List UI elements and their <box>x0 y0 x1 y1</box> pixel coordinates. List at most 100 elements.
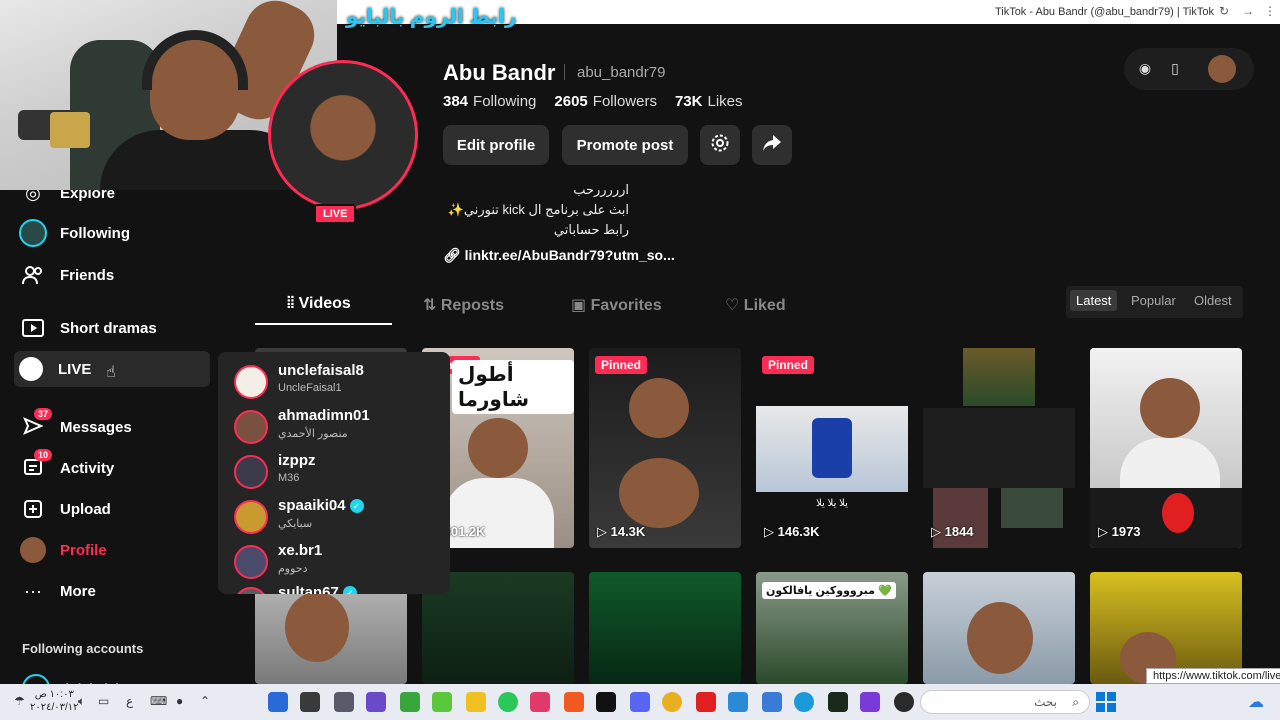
friends-icon <box>16 260 50 290</box>
account-avatar[interactable] <box>1208 55 1236 83</box>
taskbar-clock[interactable]: ١٠:٠٣ ص ٢٠٢٤/٠٣/١٢ <box>30 688 79 714</box>
link-icon: 🔗︎ <box>443 247 461 263</box>
view-count-text: 146.3K <box>777 524 820 539</box>
edit-profile-button[interactable]: Edit profile <box>443 125 549 165</box>
app-icon[interactable] <box>334 692 354 712</box>
menu-icon[interactable]: ⋮ <box>1262 4 1278 20</box>
microphone-icon[interactable]: ● <box>176 694 183 708</box>
link-status-url: https://www.tiktok.com/live <box>1146 668 1280 684</box>
compass-icon[interactable]: ◉ <box>1136 60 1154 78</box>
reload-icon[interactable]: ↻ <box>1216 4 1232 20</box>
windows-start-icon[interactable] <box>1096 692 1116 712</box>
video-tile[interactable]: ▷ 1844 <box>923 348 1075 548</box>
folder-icon[interactable] <box>466 692 486 712</box>
live-account-item[interactable]: unclefaisal8 UncleFaisal1 <box>234 362 444 402</box>
nvidia-icon[interactable] <box>400 692 420 712</box>
teams-icon[interactable] <box>366 692 386 712</box>
share-button[interactable] <box>752 125 792 165</box>
settings-gear-icon[interactable] <box>894 692 914 712</box>
sidebar-item-following[interactable]: Following <box>16 215 206 251</box>
whatsapp-icon[interactable] <box>498 692 518 712</box>
profile-avatar[interactable] <box>268 60 418 210</box>
volume-icon[interactable]: 🔈︎ <box>78 694 85 709</box>
video-thumbnail-face <box>468 418 528 478</box>
settings-button[interactable] <box>700 125 740 165</box>
video-thumbnail-image <box>923 408 1075 488</box>
video-tile[interactable]: مبروووكين يافالكون 💚 <box>756 572 908 684</box>
liked-icon: ♡ <box>725 297 740 314</box>
followers-label: Followers <box>592 93 657 110</box>
chevron-up-icon[interactable]: ⌃ <box>200 694 210 708</box>
brave-icon[interactable] <box>564 692 584 712</box>
sidebar-item-label: Activity <box>60 459 115 477</box>
video-tile[interactable]: ▷ 1973 <box>1090 348 1242 548</box>
weather-icon[interactable]: ☂︎ <box>14 694 25 708</box>
mouse-cursor-icon: ☝︎ <box>106 364 116 381</box>
sidebar-item-friends[interactable]: Friends <box>16 257 206 293</box>
video-tile[interactable]: Pinned يلا يلا يلا ▷ 146.3K <box>756 348 908 548</box>
upload-icon <box>16 494 50 524</box>
language-indicator[interactable]: ع <box>126 694 133 708</box>
live-account-subtitle: منصور الأحمدي <box>278 428 348 440</box>
keyboard-icon[interactable]: ⌨︎ <box>150 694 167 708</box>
tab-favorites[interactable]: ▣ Favorites <box>571 295 662 315</box>
live-account-item[interactable]: spaaiki04 ✓ سبايكي <box>234 497 444 537</box>
live-account-item[interactable]: ahmadimn01 منصور الأحمدي <box>234 407 444 447</box>
app-icon[interactable] <box>432 692 452 712</box>
edge-icon[interactable] <box>794 692 814 712</box>
video-tile[interactable] <box>589 572 741 684</box>
profile-display-name: Abu Bandr <box>443 60 556 85</box>
onedrive-icon[interactable]: ☁︎ <box>1248 692 1264 712</box>
bio-link[interactable]: 🔗︎ linktr.ee/AbuBandr79?utm_so... <box>443 247 675 264</box>
sort-latest[interactable]: Latest <box>1070 290 1118 311</box>
forward-icon[interactable]: → <box>1240 4 1256 20</box>
network-icon[interactable]: ▭ <box>98 694 109 708</box>
messages-badge: 37 <box>33 408 52 420</box>
app-icon[interactable] <box>530 692 550 712</box>
sidebar-item-messages[interactable]: 37 Messages <box>16 408 206 445</box>
sidebar-item-label: Messages <box>60 418 132 436</box>
sidebar-item-short-dramas[interactable]: Short dramas <box>16 310 206 346</box>
video-tile[interactable]: Pinned ▷ 14.3K <box>589 348 741 548</box>
youtube-icon[interactable] <box>696 692 716 712</box>
app-icon[interactable] <box>828 692 848 712</box>
followers-stat[interactable]: 2605 Followers <box>554 93 657 110</box>
tab-liked[interactable]: ♡ Liked <box>725 295 786 315</box>
video-tile[interactable] <box>923 572 1075 684</box>
sidebar-item-activity[interactable]: 10 Activity <box>16 449 206 486</box>
tiktok-icon[interactable] <box>596 692 616 712</box>
tab-reposts[interactable]: ⇅ Reposts <box>423 295 504 315</box>
live-accounts-popup: unclefaisal8 UncleFaisal1 ahmadimn01 منص… <box>218 352 450 594</box>
bio-line: رابط حساباتي <box>553 222 629 237</box>
sidebar-item-more[interactable]: ··· More <box>16 573 206 609</box>
sidebar-item-label: Short dramas <box>60 319 157 337</box>
following-stat[interactable]: 384 Following <box>443 93 536 110</box>
sort-oldest[interactable]: Oldest <box>1194 293 1232 308</box>
video-thumbnail-inset <box>1001 488 1063 528</box>
mail-icon[interactable] <box>762 692 782 712</box>
app-icon[interactable] <box>728 692 748 712</box>
view-count: ▷ 1844 <box>931 524 974 539</box>
followers-count: 2605 <box>554 93 588 110</box>
game-controller-icon[interactable] <box>860 692 880 712</box>
likes-label: Likes <box>707 93 743 110</box>
sort-popular[interactable]: Popular <box>1131 293 1176 308</box>
video-thumbnail-face <box>1140 378 1200 438</box>
discord-icon[interactable] <box>630 692 650 712</box>
taskbar-search-input[interactable]: بحث ⌕ <box>920 690 1090 714</box>
pinned-badge: Pinned <box>595 356 648 374</box>
app-icon[interactable] <box>300 692 320 712</box>
live-account-item[interactable]: izppz M36 <box>234 452 444 492</box>
profile-avatar-icon <box>16 535 50 565</box>
sidebar-item-upload[interactable]: Upload <box>16 491 206 527</box>
shield-app-icon[interactable] <box>268 692 288 712</box>
sidebar-item-profile[interactable]: Profile <box>16 532 206 568</box>
verified-icon: ✓ <box>342 586 357 594</box>
live-account-item[interactable]: sultan67 ✓ <box>234 584 444 594</box>
tab-videos[interactable]: ⦙⦙ Videos <box>287 295 351 313</box>
promote-post-button[interactable]: Promote post <box>562 125 688 165</box>
avatar <box>234 545 268 579</box>
chrome-icon[interactable] <box>662 692 682 712</box>
live-account-item[interactable]: xe.br1 دحووم <box>234 542 444 582</box>
mobile-icon[interactable]: ▯ <box>1166 60 1184 78</box>
